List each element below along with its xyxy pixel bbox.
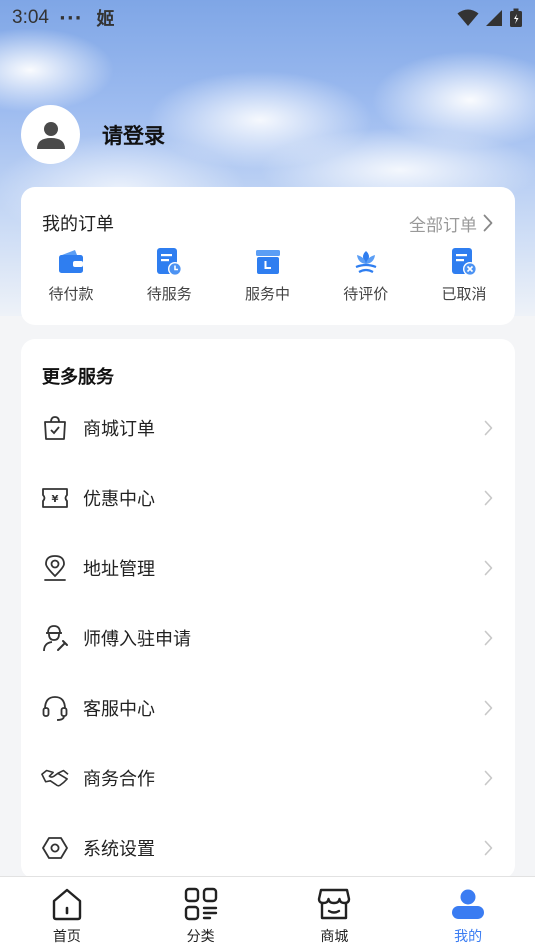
chevron-right-icon [484,840,493,856]
service-item-business-cooperation[interactable]: 商务合作 [21,743,515,813]
headset-icon [41,694,69,722]
service-item-mall-orders[interactable]: 商城订单 [21,393,515,463]
user-icon [450,886,486,922]
orders-header: 我的订单 全部订单 [21,187,515,237]
wallet-icon [56,247,86,277]
tab-label: 我的 [454,929,483,945]
coupon-icon: ¥ [41,484,69,512]
category-icon [183,886,219,922]
home-icon [49,886,85,922]
tab-label: 首页 [52,929,81,945]
status-bar: 3:04 ··· 姬 [0,0,535,36]
orders-title: 我的订单 [42,214,114,235]
handshake-icon [41,764,69,792]
order-status-pending-review[interactable]: 待评价 [337,247,395,304]
service-label: 师傅入驻申请 [83,629,191,650]
settings-hexagon-icon [41,834,69,862]
more-services-card: 更多服务 商城订单 ¥ 优惠中心 地址管理 师傅入驻申请 客服中心 商务合作 系… [21,339,515,879]
service-item-master-application[interactable]: 师傅入驻申请 [21,603,515,673]
order-status-pending-service[interactable]: 待服务 [140,247,198,304]
service-label: 系统设置 [83,839,155,860]
status-app-badge: 姬 [96,9,115,30]
location-pin-icon [41,554,69,582]
order-status-list: 待付款 待服务 服务中 待评价 已取消 [21,237,515,304]
order-status-label: 服务中 [244,285,290,303]
order-status-label: 待付款 [48,285,94,303]
chevron-right-icon [484,770,493,786]
chevron-right-icon [484,560,493,576]
chevron-right-icon [484,420,493,436]
status-right [457,8,523,28]
tab-label: 分类 [186,929,215,945]
signal-icon [486,10,502,26]
profile-section[interactable]: 请登录 [21,105,165,164]
status-time: 3:04 [12,7,49,28]
service-item-coupon-center[interactable]: ¥ 优惠中心 [21,463,515,533]
service-label: 优惠中心 [83,489,155,510]
bottom-tab-bar: 首页 分类 商城 我的 [0,876,535,951]
box-icon [253,247,283,277]
order-status-in-service[interactable]: 服务中 [239,247,297,304]
service-item-address-management[interactable]: 地址管理 [21,533,515,603]
service-item-customer-service[interactable]: 客服中心 [21,673,515,743]
avatar[interactable] [21,105,80,164]
order-status-label: 已取消 [441,285,487,303]
order-status-label: 待服务 [146,285,192,303]
order-status-pending-payment[interactable]: 待付款 [42,247,100,304]
all-orders-label: 全部订单 [409,215,477,236]
clipboard-clock-icon [154,247,184,277]
tab-mine[interactable]: 我的 [401,877,535,951]
services-title: 更多服务 [42,367,114,388]
svg-text:¥: ¥ [52,494,59,505]
shopping-bag-icon [41,414,69,442]
order-status-label: 待评价 [343,285,389,303]
chevron-right-icon [484,630,493,646]
chevron-right-icon [484,490,493,506]
service-label: 商城订单 [83,419,155,440]
chevron-right-icon [484,700,493,716]
status-more-indicator: ··· [58,7,83,29]
store-icon [316,886,352,922]
service-item-system-settings[interactable]: 系统设置 [21,813,515,879]
flower-icon [351,247,381,277]
tab-mall[interactable]: 商城 [268,877,402,951]
tab-home[interactable]: 首页 [0,877,134,951]
battery-icon [510,8,522,27]
service-label: 商务合作 [83,769,155,790]
service-label: 地址管理 [83,559,155,580]
chevron-right-icon [483,214,493,232]
order-status-cancelled[interactable]: 已取消 [435,247,493,304]
tab-label: 商城 [320,929,349,945]
user-silhouette-icon [36,121,65,149]
all-orders-link[interactable]: 全部订单 [409,211,493,236]
tab-category[interactable]: 分类 [134,877,268,951]
service-label: 客服中心 [83,699,155,720]
login-link[interactable]: 请登录 [102,120,165,150]
document-cancel-icon [449,247,479,277]
worker-icon [41,624,69,652]
my-orders-card: 我的订单 全部订单 待付款 待服务 服务中 待评价 已取消 [21,187,515,325]
wifi-icon [457,9,479,26]
